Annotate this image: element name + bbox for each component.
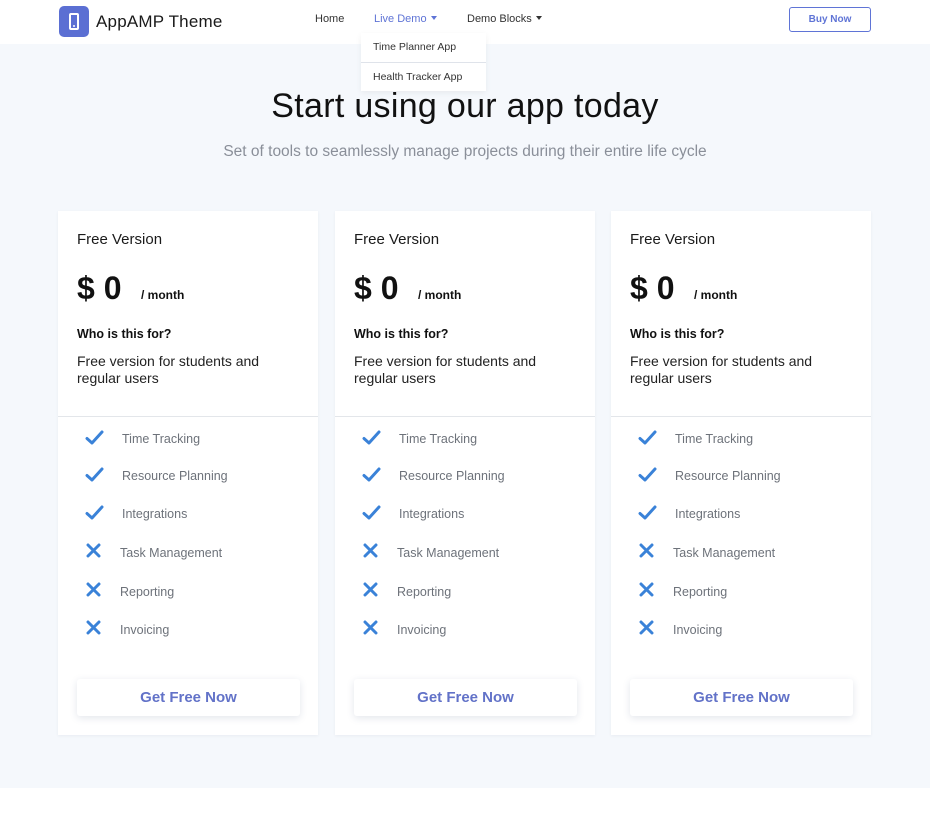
cross-icon	[362, 582, 382, 600]
feature-item: Resource Planning	[611, 464, 871, 488]
plan-period: / month	[418, 288, 462, 302]
feature-item: Invoicing	[335, 618, 595, 642]
brand-name[interactable]: AppAMP Theme	[96, 12, 223, 32]
check-icon	[638, 504, 658, 522]
nav-live-demo-label: Live Demo	[374, 13, 427, 25]
nav-home-label: Home	[315, 13, 345, 25]
feature-item: Integrations	[611, 502, 871, 526]
feature-item: Time Tracking	[335, 427, 595, 451]
feature-item: Time Tracking	[611, 427, 871, 451]
plan-name: Free Version	[630, 231, 716, 248]
plan-description: Free version for students and regular us…	[354, 353, 537, 386]
plan-name: Free Version	[354, 231, 440, 248]
feature-label: Time Tracking	[399, 432, 478, 446]
feature-item: Task Management	[58, 541, 318, 565]
nav-live-demo[interactable]: Live Demo	[374, 13, 437, 25]
check-icon	[362, 504, 382, 522]
feature-item: Time Tracking	[58, 427, 318, 451]
feature-item: Reporting	[611, 580, 871, 604]
nav-demo-blocks-label: Demo Blocks	[467, 13, 532, 25]
section-title: Start using our app today	[271, 87, 659, 125]
pricing-card: Free Version $ 0 / month Who is this for? Fr…	[611, 211, 871, 735]
plan-audience-heading: Who is this for?	[354, 327, 449, 341]
feature-item: Task Management	[611, 541, 871, 565]
plan-period: / month	[141, 288, 185, 302]
get-free-now-button[interactable]: Get Free Now	[630, 679, 853, 716]
caret-down-icon	[430, 16, 437, 20]
dropdown-item-health-tracker[interactable]: Health Tracker App	[361, 62, 486, 91]
feature-label: Reporting	[397, 585, 452, 599]
plan-description: Free version for students and regular us…	[630, 353, 813, 386]
feature-item: Resource Planning	[335, 464, 595, 488]
check-icon	[638, 429, 658, 447]
get-free-now-button[interactable]: Get Free Now	[354, 679, 577, 716]
cross-icon	[638, 582, 658, 600]
dropdown-item-time-planner[interactable]: Time Planner App	[361, 33, 486, 62]
plan-price: $ 0	[354, 270, 399, 306]
check-icon	[362, 466, 382, 484]
feature-label: Resource Planning	[122, 469, 228, 483]
feature-label: Integrations	[675, 507, 741, 521]
feature-item: Integrations	[58, 502, 318, 526]
live-demo-dropdown: Time Planner App Health Tracker App	[361, 33, 486, 91]
cross-icon	[85, 582, 105, 600]
check-icon	[85, 466, 105, 484]
feature-label: Task Management	[397, 546, 500, 560]
feature-label: Integrations	[399, 507, 465, 521]
card-header: Free Version $ 0 / month Who is this for? Fr…	[611, 211, 871, 417]
plan-name: Free Version	[77, 231, 163, 248]
cross-icon	[85, 543, 105, 561]
plan-audience-heading: Who is this for?	[77, 327, 172, 341]
plan-description: Free version for students and regular us…	[77, 353, 260, 386]
app-logo-icon[interactable]	[59, 6, 89, 37]
feature-item: Task Management	[335, 541, 595, 565]
card-header: Free Version $ 0 / month Who is this for? Fr…	[335, 211, 595, 417]
section-subtitle: Set of tools to seamlessly manage projec…	[223, 143, 707, 160]
feature-label: Time Tracking	[122, 432, 201, 446]
pricing-card: Free Version $ 0 / month Who is this for? Fr…	[335, 211, 595, 735]
get-free-now-button[interactable]: Get Free Now	[77, 679, 300, 716]
cross-icon	[362, 543, 382, 561]
cross-icon	[638, 620, 658, 638]
check-icon	[85, 504, 105, 522]
cross-icon	[362, 620, 382, 638]
check-icon	[362, 429, 382, 447]
feature-label: Resource Planning	[675, 469, 781, 483]
feature-label: Invoicing	[397, 623, 447, 637]
feature-item: Reporting	[58, 580, 318, 604]
feature-label: Integrations	[122, 507, 188, 521]
feature-item: Integrations	[335, 502, 595, 526]
feature-label: Reporting	[120, 585, 175, 599]
pricing-card: Free Version $ 0 / month Who is this for? Fr…	[58, 211, 318, 735]
feature-label: Reporting	[673, 585, 728, 599]
check-icon	[638, 466, 658, 484]
feature-label: Task Management	[673, 546, 776, 560]
nav-home[interactable]: Home	[315, 13, 344, 25]
plan-price: $ 0	[77, 270, 122, 306]
feature-item: Invoicing	[58, 618, 318, 642]
feature-item: Reporting	[335, 580, 595, 604]
plan-audience-heading: Who is this for?	[630, 327, 725, 341]
check-icon	[85, 429, 105, 447]
feature-label: Invoicing	[673, 623, 723, 637]
caret-down-icon	[535, 16, 542, 20]
buy-now-button[interactable]: Buy Now	[789, 7, 871, 32]
nav-demo-blocks[interactable]: Demo Blocks	[467, 13, 542, 25]
feature-item: Invoicing	[611, 618, 871, 642]
feature-label: Time Tracking	[675, 432, 754, 446]
card-header: Free Version $ 0 / month Who is this for? Fr…	[58, 211, 318, 417]
feature-label: Invoicing	[120, 623, 170, 637]
cross-icon	[638, 543, 658, 561]
feature-label: Resource Planning	[399, 469, 505, 483]
plan-period: / month	[694, 288, 738, 302]
plan-price: $ 0	[630, 270, 675, 306]
cross-icon	[85, 620, 105, 638]
feature-label: Task Management	[120, 546, 223, 560]
feature-item: Resource Planning	[58, 464, 318, 488]
